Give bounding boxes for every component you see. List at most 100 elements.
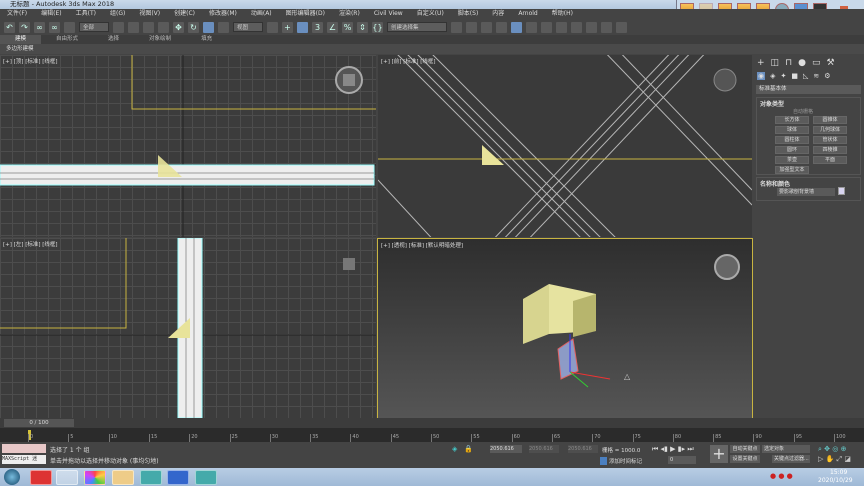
create-tab-icon[interactable]: + bbox=[757, 58, 765, 68]
taskbar-app-icon[interactable] bbox=[56, 470, 78, 485]
menu-tools[interactable]: 工具(T) bbox=[69, 9, 103, 19]
menu-customize[interactable]: 自定义(U) bbox=[410, 9, 451, 19]
time-slider[interactable]: 0 / 100 bbox=[0, 418, 864, 428]
render-online-icon[interactable] bbox=[616, 21, 627, 33]
key-filters-button[interactable]: 关键点过滤器... bbox=[772, 455, 810, 463]
cylinder-button[interactable]: 圆柱体 bbox=[775, 136, 809, 144]
scale-icon[interactable] bbox=[203, 21, 214, 33]
layer-icon[interactable] bbox=[481, 21, 492, 33]
viewport-nav-icons[interactable]: ⌕ ✥ ◎ ⊕ bbox=[818, 445, 846, 454]
taskbar-app-icon[interactable] bbox=[84, 470, 106, 485]
menu-help[interactable]: 帮助(H) bbox=[545, 9, 580, 19]
x-coordinate-input[interactable]: 2050.616 bbox=[490, 445, 522, 453]
pivot-icon[interactable] bbox=[267, 21, 278, 33]
geometry-icon[interactable]: ◉ bbox=[757, 72, 766, 80]
menu-file[interactable]: 文件(F) bbox=[0, 9, 34, 19]
named-selection-set-dropdown[interactable]: 创建选择集 bbox=[387, 22, 447, 32]
taskbar-app-icon[interactable] bbox=[30, 470, 52, 485]
snap-icon[interactable]: 3 bbox=[312, 21, 323, 33]
category-dropdown[interactable]: 标准基本体 bbox=[756, 85, 861, 94]
viewport-left[interactable]: [+] [左] [标准] [线框] bbox=[0, 238, 376, 418]
motion-tab-icon[interactable]: ● bbox=[798, 58, 806, 68]
maxscript-input[interactable]: MAXScript 迷 bbox=[2, 455, 46, 464]
shapes-icon[interactable]: ◈ bbox=[770, 72, 775, 80]
key-target-dropdown[interactable]: 选定对象 bbox=[762, 445, 810, 453]
y-coordinate-input[interactable]: 2050.616 bbox=[529, 445, 559, 453]
pyramid-button[interactable]: 四棱锥 bbox=[813, 146, 847, 154]
manipulate-icon[interactable]: + bbox=[282, 21, 293, 33]
render-icon[interactable] bbox=[586, 21, 597, 33]
3dsmax-icon[interactable] bbox=[140, 470, 162, 485]
tab-modeling[interactable]: 建模 bbox=[0, 35, 42, 44]
menu-group[interactable]: 组(G) bbox=[103, 9, 132, 19]
menu-views[interactable]: 视图(V) bbox=[132, 9, 167, 19]
render-setup-icon[interactable] bbox=[556, 21, 567, 33]
viewport-top[interactable]: [+] [顶] [标准] [线框] bbox=[0, 55, 376, 237]
current-frame-input[interactable]: 0 bbox=[668, 456, 696, 464]
polygon-modeling-label[interactable]: 多边形建模 bbox=[6, 46, 34, 52]
tab-populate[interactable]: 填充 bbox=[186, 35, 227, 44]
rollout-title[interactable]: 名称和颜色 bbox=[760, 179, 790, 188]
keyboard-shortcut-icon[interactable] bbox=[297, 21, 308, 33]
add-time-tag[interactable]: 添加时间标记 bbox=[600, 457, 642, 465]
autogrid-checkbox[interactable]: 自动栅格 bbox=[793, 108, 813, 115]
move-icon[interactable]: ✥ bbox=[173, 21, 184, 33]
set-key-button[interactable]: 设置关键点 bbox=[730, 455, 760, 463]
menu-scripting[interactable]: 脚本(S) bbox=[451, 9, 486, 19]
tray-icons[interactable]: ● ● ● bbox=[770, 472, 793, 480]
object-color-swatch[interactable] bbox=[838, 187, 845, 195]
undo-icon[interactable]: ↶ bbox=[4, 21, 15, 33]
tube-button[interactable]: 管状体 bbox=[813, 136, 847, 144]
rect-select-icon[interactable] bbox=[143, 21, 154, 33]
cameras-icon[interactable]: ■ bbox=[791, 72, 798, 80]
reference-coord-dropdown[interactable]: 视图 bbox=[233, 22, 263, 32]
sphere-button[interactable]: 球体 bbox=[775, 126, 809, 134]
spacewarps-icon[interactable]: ≋ bbox=[813, 72, 819, 80]
track-bar[interactable]: 0 5 10 15 20 25 30 35 40 45 50 55 60 65 70 75 80 85 90 95 10… bbox=[0, 428, 864, 442]
add-key-icon[interactable]: + bbox=[710, 445, 728, 463]
geosphere-button[interactable]: 几何球体 bbox=[813, 126, 847, 134]
display-tab-icon[interactable]: ▭ bbox=[812, 58, 821, 68]
select-object-icon[interactable] bbox=[113, 21, 124, 33]
object-name-input[interactable]: 要影歌刨背景墙 bbox=[777, 188, 835, 196]
teapot-button[interactable]: 茶壶 bbox=[775, 156, 809, 164]
select-by-name-icon[interactable] bbox=[128, 21, 139, 33]
taskbar-app-icon[interactable] bbox=[167, 470, 189, 485]
menu-rendering[interactable]: 渲染(R) bbox=[332, 9, 367, 19]
frame-counter[interactable]: 0 / 100 bbox=[4, 419, 74, 427]
window-crossing-icon[interactable] bbox=[158, 21, 169, 33]
tab-selection[interactable]: 选择 bbox=[93, 35, 134, 44]
mirror-icon[interactable] bbox=[451, 21, 462, 33]
link-icon[interactable]: ∞ bbox=[34, 21, 45, 33]
align-icon[interactable] bbox=[466, 21, 477, 33]
bind-space-warp-icon[interactable] bbox=[64, 21, 75, 33]
rollout-title[interactable]: 对象类型 bbox=[760, 99, 784, 108]
helpers-icon[interactable]: ◺ bbox=[803, 72, 808, 80]
cone-button[interactable]: 圆锥体 bbox=[813, 116, 847, 124]
lock-icon[interactable]: 🔒 bbox=[464, 445, 473, 453]
edit-named-sets-icon[interactable]: {} bbox=[372, 21, 383, 33]
menu-animation[interactable]: 动画(A) bbox=[244, 9, 279, 19]
menu-graph-editors[interactable]: 图形编辑器(D) bbox=[279, 9, 332, 19]
redo-icon[interactable]: ↷ bbox=[19, 21, 30, 33]
curve-editor-icon[interactable] bbox=[511, 21, 522, 33]
3dsmax-icon[interactable] bbox=[195, 470, 217, 485]
viewport-label[interactable]: [+] [前] [标准] [线框] bbox=[381, 57, 436, 65]
angle-snap-icon[interactable]: ∠ bbox=[327, 21, 338, 33]
rotate-icon[interactable]: ↻ bbox=[188, 21, 199, 33]
percent-snap-icon[interactable]: % bbox=[342, 21, 353, 33]
lights-icon[interactable]: ✦ bbox=[781, 72, 787, 80]
viewport-perspective[interactable]: [+] [透视] [标准] [默认明暗处理] △ bbox=[377, 238, 753, 419]
textplus-button[interactable]: 加强型文本 bbox=[775, 166, 809, 174]
menu-civil-view[interactable]: Civil View bbox=[367, 9, 410, 19]
menu-create[interactable]: 创建(C) bbox=[167, 9, 202, 19]
tab-object-paint[interactable]: 对象绘制 bbox=[134, 35, 186, 44]
modify-tab-icon[interactable]: ◫ bbox=[771, 58, 780, 68]
auto-key-button[interactable]: 自动关键点 bbox=[730, 445, 760, 453]
isolate-icon[interactable]: ◈ bbox=[452, 445, 457, 453]
menu-edit[interactable]: 编辑(E) bbox=[34, 9, 68, 19]
hierarchy-tab-icon[interactable]: ⊓ bbox=[785, 58, 792, 68]
tab-freeform[interactable]: 自由形式 bbox=[41, 35, 93, 44]
rendered-frame-icon[interactable] bbox=[571, 21, 582, 33]
utilities-tab-icon[interactable]: ⚒ bbox=[826, 58, 834, 68]
